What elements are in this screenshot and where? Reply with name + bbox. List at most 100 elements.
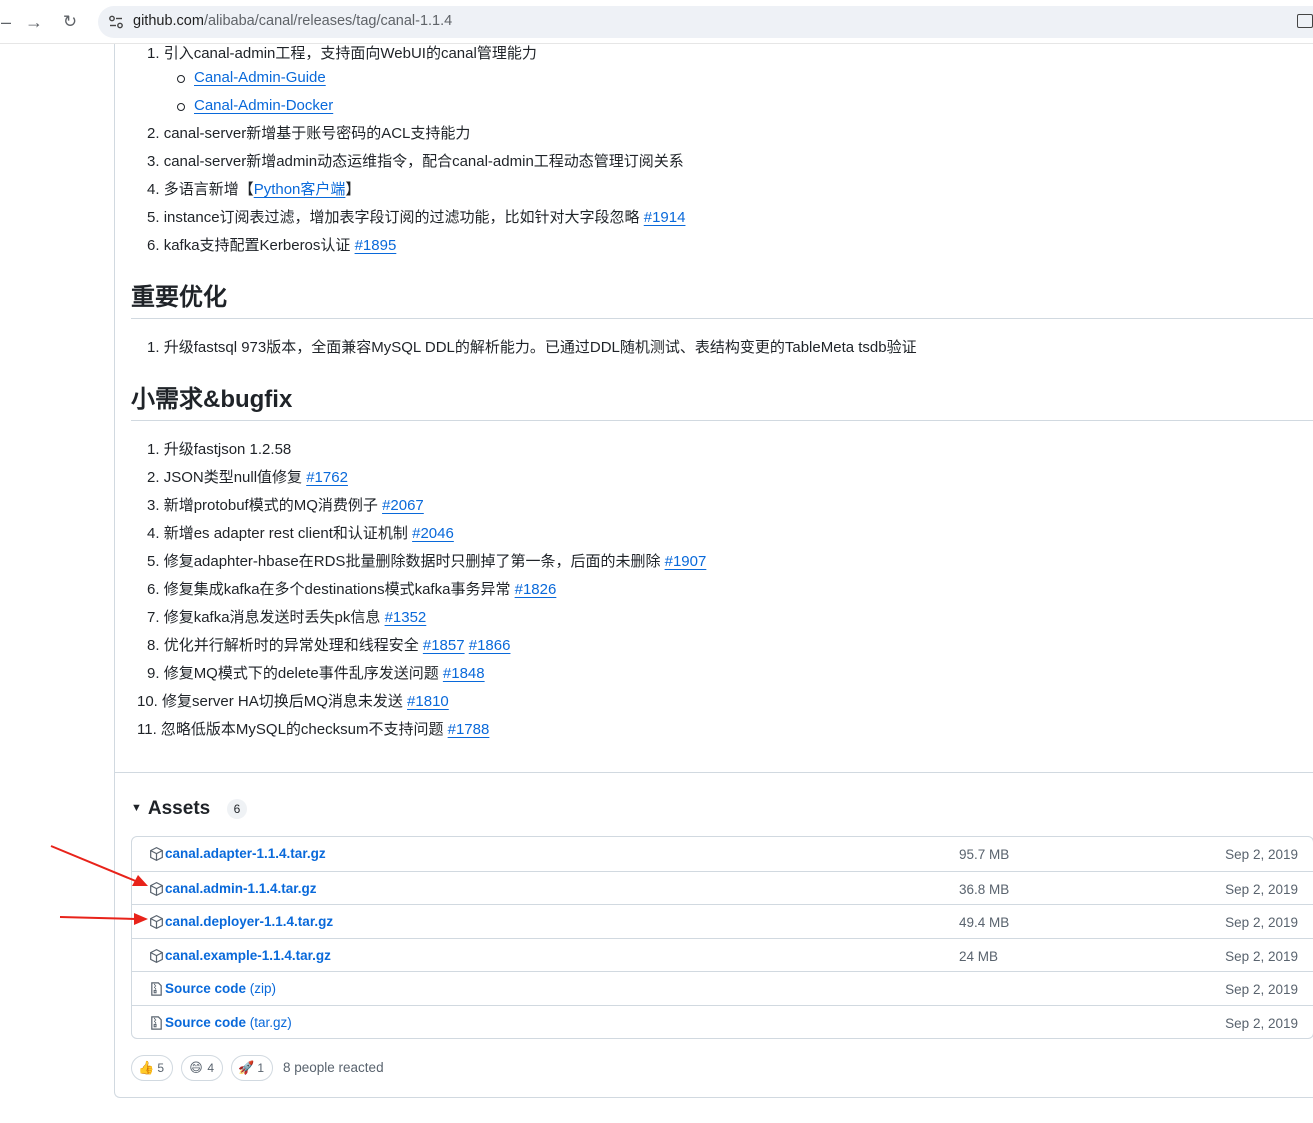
list-number: 5.	[147, 209, 160, 226]
address-bar[interactable]: github.com/alibaba/canal/releases/tag/ca…	[98, 6, 1313, 38]
asset-name-text: Source code	[165, 1014, 247, 1030]
asset-download-link[interactable]: canal.admin-1.1.4.tar.gz	[165, 881, 317, 896]
section-heading: 小需求&bugfix	[131, 386, 293, 413]
list-item: 3. 新增protobuf模式的MQ消费例子 #2067	[147, 496, 424, 516]
list-number: 4.	[147, 181, 160, 198]
asset-name-text: canal.adapter-1.1.4.tar.gz	[165, 846, 326, 861]
asset-download-link[interactable]: canal.adapter-1.1.4.tar.gz	[165, 846, 326, 861]
assets-count-badge: 6	[227, 799, 247, 819]
asset-download-link[interactable]: Source code (zip)	[165, 981, 276, 996]
list-text: 引入canal-admin工程，支持面向WebUI的canal管理能力	[163, 45, 537, 62]
list-text: 新增es adapter rest client和认证机制	[163, 525, 413, 542]
list-text: 修复server HA切换后MQ消息未发送	[162, 693, 408, 710]
list-item: 5. 修复adaphter-hbase在RDS批量删除数据时只删掉了第一条，后面…	[147, 552, 706, 572]
assets-label: Assets	[147, 798, 211, 819]
reaction-button[interactable]: 👍 5	[131, 1055, 173, 1081]
asset-date: Sep 2, 2019	[1225, 915, 1298, 930]
list-text: 多语言新增【	[163, 181, 254, 198]
issue-link[interactable]: #1907	[665, 553, 707, 570]
asset-name-text: canal.deployer-1.1.4.tar.gz	[165, 914, 334, 929]
asset-download-link[interactable]: Source code (tar.gz)	[165, 1015, 292, 1030]
list-item: 4. 多语言新增【Python客户端】	[147, 180, 360, 200]
asset-download-link[interactable]: canal.deployer-1.1.4.tar.gz	[165, 914, 333, 929]
issue-link[interactable]: #1762	[306, 469, 348, 486]
list-item: 9. 修复MQ模式下的delete事件乱序发送问题 #1848	[147, 664, 485, 684]
section-heading: 重要优化	[131, 284, 227, 311]
list-number: 1.	[147, 441, 160, 458]
issue-link[interactable]: #1848	[443, 665, 485, 682]
python-client-link[interactable]: Python客户端	[254, 181, 346, 198]
list-item: 1. 升级fastsql 973版本，全面兼容MySQL DDL的解析能力。已通…	[147, 338, 917, 358]
list-item: 6. 修复集成kafka在多个destinations模式kafka事务异常 #…	[147, 580, 556, 600]
list-number: 1.	[147, 339, 160, 356]
list-number: 10.	[137, 693, 158, 710]
asset-download-link[interactable]: canal.example-1.1.4.tar.gz	[165, 948, 331, 963]
assets-toggle[interactable]: ▼ Assets	[131, 796, 210, 821]
asset-date: Sep 2, 2019	[1225, 982, 1298, 997]
heading-divider	[131, 318, 1313, 319]
annotation-arrow	[50, 845, 148, 886]
asset-name-text: canal.example-1.1.4.tar.gz	[165, 947, 331, 963]
asset-size: 49.4 MB	[959, 915, 1010, 930]
issue-link[interactable]: #1352	[385, 609, 427, 626]
asset-row: Source code (tar.gz) Sep 2, 2019	[132, 1004, 1313, 1039]
list-text: JSON类型null值修复	[163, 469, 307, 486]
asset-name-text: Source code	[165, 981, 247, 996]
issue-link[interactable]: #1895	[355, 237, 397, 254]
asset-row: canal.deployer-1.1.4.tar.gz 49.4 MB Sep 2,…	[132, 904, 1313, 938]
list-text: 升级fastjson 1.2.58	[163, 441, 292, 458]
caret-down-icon: ▼	[131, 802, 142, 814]
asset-name-text: canal.admin-1.1.4.tar.gz	[165, 880, 317, 896]
back-icon[interactable]: –	[0, 10, 18, 34]
list-item: 2. JSON类型null值修复 #1762	[147, 468, 348, 488]
issue-link[interactable]: #2046	[412, 525, 454, 542]
issue-link[interactable]: #1914	[644, 209, 686, 226]
issue-link[interactable]: #1826	[515, 581, 557, 598]
asset-row: canal.admin-1.1.4.tar.gz 36.8 MB Sep 2, 20…	[132, 870, 1313, 905]
issue-link[interactable]: #1788	[448, 721, 490, 738]
list-number: 2.	[147, 469, 160, 486]
issue-link[interactable]: #1810	[407, 693, 449, 710]
tab-cast-icon[interactable]	[1297, 14, 1313, 28]
list-number: 11.	[137, 721, 157, 738]
list-text: 修复kafka消息发送时丢失pk信息	[163, 609, 385, 626]
list-text: canal-server新增admin动态运维指令，配合canal-admin工…	[163, 153, 684, 170]
list-item: 4. 新增es adapter rest client和认证机制 #2046	[147, 524, 454, 544]
forward-arrow-icon[interactable]: →	[22, 10, 46, 34]
list-number: 3.	[147, 153, 160, 170]
issue-link[interactable]: #1857	[423, 637, 465, 654]
bullet-circle	[177, 75, 185, 83]
list-item: 6. kafka支持配置Kerberos认证 #1895	[147, 236, 396, 256]
assets-table: canal.adapter-1.1.4.tar.gz 95.7 MB Sep 2, …	[131, 836, 1313, 1039]
issue-link[interactable]: #1866	[469, 637, 511, 654]
list-text: 】	[345, 181, 361, 198]
canal-admin-docker-link[interactable]: Canal-Admin-Docker	[194, 96, 333, 116]
list-item: 8. 优化并行解析时的异常处理和线程安全 #1857 #1866	[147, 636, 510, 656]
reload-icon[interactable]: ↻	[58, 10, 82, 34]
list-number: 4.	[147, 525, 160, 542]
reaction-button[interactable]: 😄 4	[181, 1055, 223, 1081]
package-icon	[150, 948, 163, 963]
asset-suffix-text: (zip)	[246, 981, 277, 996]
list-text: 新增protobuf模式的MQ消费例子	[163, 497, 383, 514]
reactions-summary[interactable]: 8 people reacted	[283, 1060, 384, 1075]
site-settings-icon[interactable]	[108, 14, 124, 30]
list-item: 5. instance订阅表过滤，增加表字段订阅的过滤功能，比如针对大字段忽略 …	[147, 208, 685, 228]
list-number: 8.	[147, 637, 160, 654]
list-item: 3. canal-server新增admin动态运维指令，配合canal-adm…	[147, 152, 684, 172]
list-number: 3.	[147, 497, 160, 514]
asset-row: Source code (zip) Sep 2, 2019	[132, 971, 1313, 1005]
issue-link[interactable]: #2067	[382, 497, 424, 514]
list-text: 优化并行解析时的异常处理和线程安全	[163, 637, 423, 654]
list-item: 1. 升级fastjson 1.2.58	[147, 440, 291, 460]
bullet-circle	[177, 103, 185, 111]
list-item: 1. 引入canal-admin工程，支持面向WebUI的canal管理能力	[147, 44, 537, 64]
list-text: 升级fastsql 973版本，全面兼容MySQL DDL的解析能力。已通过DD…	[163, 339, 917, 356]
list-number: 5.	[147, 553, 160, 570]
list-text: canal-server新增基于账号密码的ACL支持能力	[163, 125, 471, 142]
reaction-button[interactable]: 🚀 1	[231, 1055, 273, 1081]
list-item: 10. 修复server HA切换后MQ消息未发送 #1810	[137, 692, 449, 712]
canal-admin-guide-link[interactable]: Canal-Admin-Guide	[194, 68, 326, 88]
thumbs-up-icon: 👍	[138, 1060, 155, 1075]
url-text[interactable]: github.com/alibaba/canal/releases/tag/ca…	[133, 13, 452, 29]
